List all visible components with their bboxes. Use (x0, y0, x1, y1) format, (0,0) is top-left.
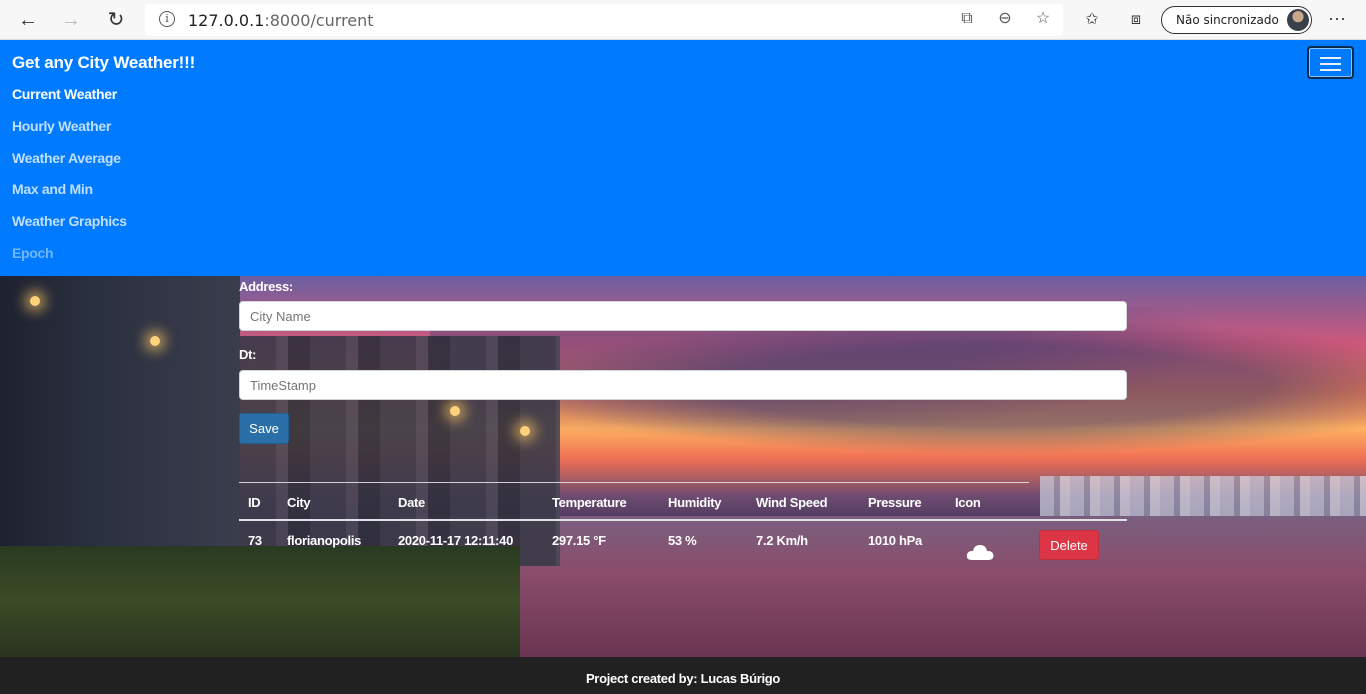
nav-menu: Current Weather Hourly Weather Weather A… (12, 86, 127, 277)
footer: Project created by: Lucas Búrigo (0, 657, 1366, 694)
cell-city: florianopolis (287, 533, 362, 548)
browser-toolbar: ← → ↻ i 127.0.0.1:8000/current ⧉ ⊖ ☆ ✩ ⧈… (0, 0, 1366, 40)
timestamp-input[interactable] (239, 370, 1127, 400)
address-bar[interactable]: i 127.0.0.1:8000/current ⧉ ⊖ ☆ (145, 4, 1063, 36)
forward-icon[interactable]: → (59, 8, 83, 32)
more-options-icon[interactable]: ··· (1328, 8, 1346, 29)
favorite-star-icon[interactable]: ☆ (1033, 9, 1053, 29)
collections-icon[interactable]: ⧈ (1125, 9, 1147, 31)
back-icon[interactable]: ← (16, 8, 40, 32)
cloud-icon (966, 545, 994, 560)
city-name-input[interactable] (239, 301, 1127, 331)
delete-button[interactable]: Delete (1039, 530, 1099, 560)
header-pressure: Pressure (868, 495, 922, 510)
header-id: ID (248, 495, 261, 510)
url-text[interactable]: 127.0.0.1:8000/current (188, 11, 374, 30)
nav-item-current-weather[interactable]: Current Weather (12, 86, 127, 118)
background-photo (0, 276, 1366, 657)
address-label: Address: (239, 279, 293, 294)
header-date: Date (398, 495, 425, 510)
site-info-icon[interactable]: i (159, 11, 175, 27)
reload-icon[interactable]: ↻ (104, 8, 128, 32)
sync-label: Não sincronizado (1176, 13, 1279, 27)
nav-item-weather-graphics[interactable]: Weather Graphics (12, 213, 127, 245)
profile-sync-button[interactable]: Não sincronizado (1161, 6, 1312, 34)
save-button[interactable]: Save (239, 413, 289, 444)
url-host: 127.0.0.1 (188, 11, 265, 30)
cell-wind-speed: 7.2 Km/h (756, 533, 808, 548)
header-wind-speed: Wind Speed (756, 495, 828, 510)
header-humidity: Humidity (668, 495, 722, 510)
avatar (1287, 9, 1309, 31)
translate-icon[interactable]: ⧉ (957, 9, 977, 29)
header-temperature: Temperature (552, 495, 627, 510)
cell-id: 73 (248, 533, 262, 548)
nav-item-max-and-min[interactable]: Max and Min (12, 181, 127, 213)
cell-pressure: 1010 hPa (868, 533, 922, 548)
nav-item-hourly-weather[interactable]: Hourly Weather (12, 118, 127, 150)
cell-humidity: 53 % (668, 533, 697, 548)
cell-date: 2020-11-17 12:11:40 (398, 533, 514, 548)
header-city: City (287, 495, 311, 510)
cell-temperature: 297.15 °F (552, 533, 606, 548)
url-path: :8000/current (264, 11, 374, 30)
nav-item-weather-average[interactable]: Weather Average (12, 150, 127, 182)
footer-credit: Project created by: Lucas Búrigo (585, 671, 781, 686)
nav-item-epoch: Epoch (12, 244, 54, 261)
menu-toggler-icon[interactable] (1307, 46, 1354, 79)
favorites-list-icon[interactable]: ✩ (1081, 9, 1103, 31)
header-icon: Icon (955, 495, 981, 510)
zoom-icon[interactable]: ⊖ (995, 9, 1015, 29)
brand-link[interactable]: Get any City Weather!!! (12, 53, 195, 73)
navbar: Get any City Weather!!! Current Weather … (0, 40, 1366, 276)
dt-label: Dt: (239, 347, 257, 362)
table-header: ID City Date Temperature Humidity Wind S… (239, 482, 1029, 521)
